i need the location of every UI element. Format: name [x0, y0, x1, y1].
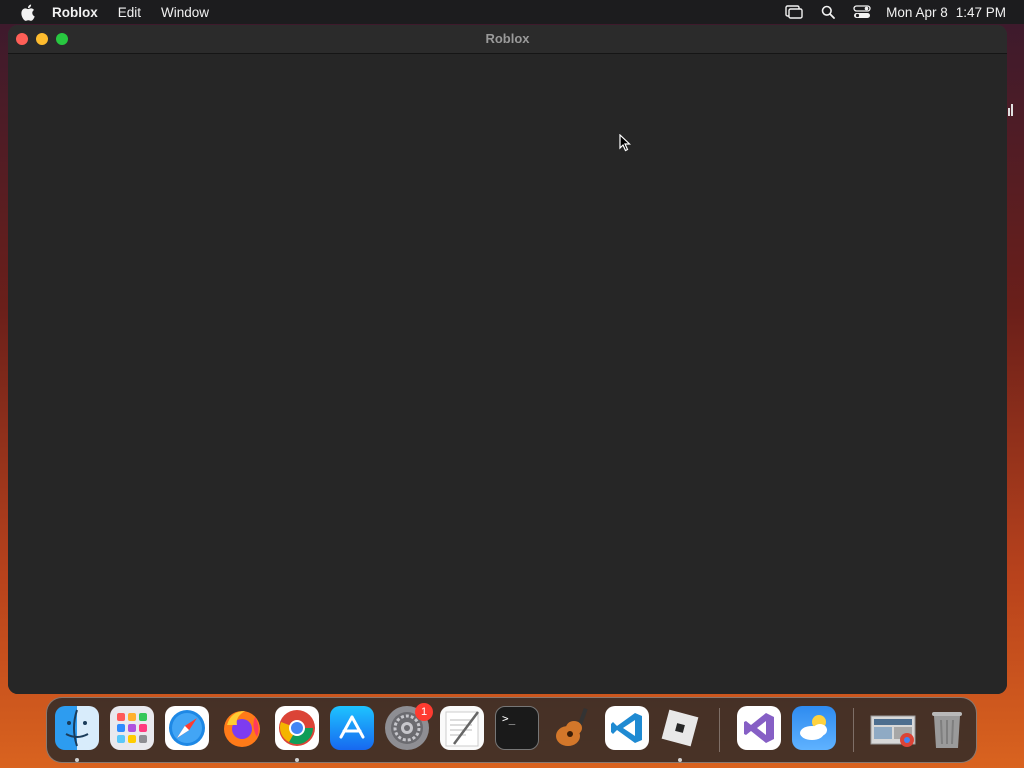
apple-menu-icon[interactable] [18, 3, 36, 21]
firefox-icon[interactable] [220, 706, 264, 750]
window-title: Roblox [485, 31, 530, 46]
running-indicator [75, 758, 79, 762]
window-content[interactable] [8, 54, 1007, 694]
settings-notification-badge: 1 [415, 703, 433, 721]
traffic-lights [16, 33, 68, 45]
finder-icon[interactable] [55, 706, 99, 750]
running-indicator [678, 758, 682, 762]
search-icon[interactable] [818, 4, 838, 20]
desktop-edge-icon [1008, 104, 1014, 118]
textedit-icon[interactable] [440, 706, 484, 750]
vscode-icon[interactable] [605, 706, 649, 750]
menu-app-name[interactable]: Roblox [52, 5, 98, 20]
safari-icon[interactable] [165, 706, 209, 750]
date-label: Mon Apr 8 [886, 4, 948, 20]
chrome-icon[interactable] [275, 706, 319, 750]
menu-window[interactable]: Window [161, 5, 209, 20]
app-store-icon[interactable] [330, 706, 374, 750]
trash-icon[interactable] [925, 706, 969, 750]
control-center-icon[interactable] [852, 4, 872, 20]
launchpad-icon[interactable] [110, 706, 154, 750]
screen-mirroring-icon[interactable] [784, 4, 804, 20]
clock[interactable]: Mon Apr 8 1:47 PM [886, 5, 1006, 20]
minimize-button[interactable] [36, 33, 48, 45]
zoom-button[interactable] [56, 33, 68, 45]
dock-separator [853, 708, 854, 752]
window-titlebar[interactable]: Roblox [8, 25, 1007, 54]
menu-edit[interactable]: Edit [118, 5, 141, 20]
dock: 1 >_ [46, 697, 977, 763]
roblox-icon[interactable] [658, 706, 702, 750]
terminal-prompt: >_ [502, 712, 516, 725]
garageband-icon[interactable] [550, 706, 594, 750]
menu-bar: Roblox Edit Window Mon Apr 8 1:47 PM [0, 0, 1024, 24]
time-label: 1:47 PM [955, 4, 1006, 20]
roblox-window: Roblox [8, 25, 1007, 694]
mouse-pointer-icon [619, 133, 632, 157]
weather-icon[interactable] [792, 706, 836, 750]
close-button[interactable] [16, 33, 28, 45]
dock-separator [719, 708, 720, 752]
terminal-icon[interactable]: >_ [495, 706, 539, 750]
running-indicator [295, 758, 299, 762]
downloads-stack-icon[interactable] [869, 706, 919, 750]
visual-studio-icon[interactable] [737, 706, 781, 750]
